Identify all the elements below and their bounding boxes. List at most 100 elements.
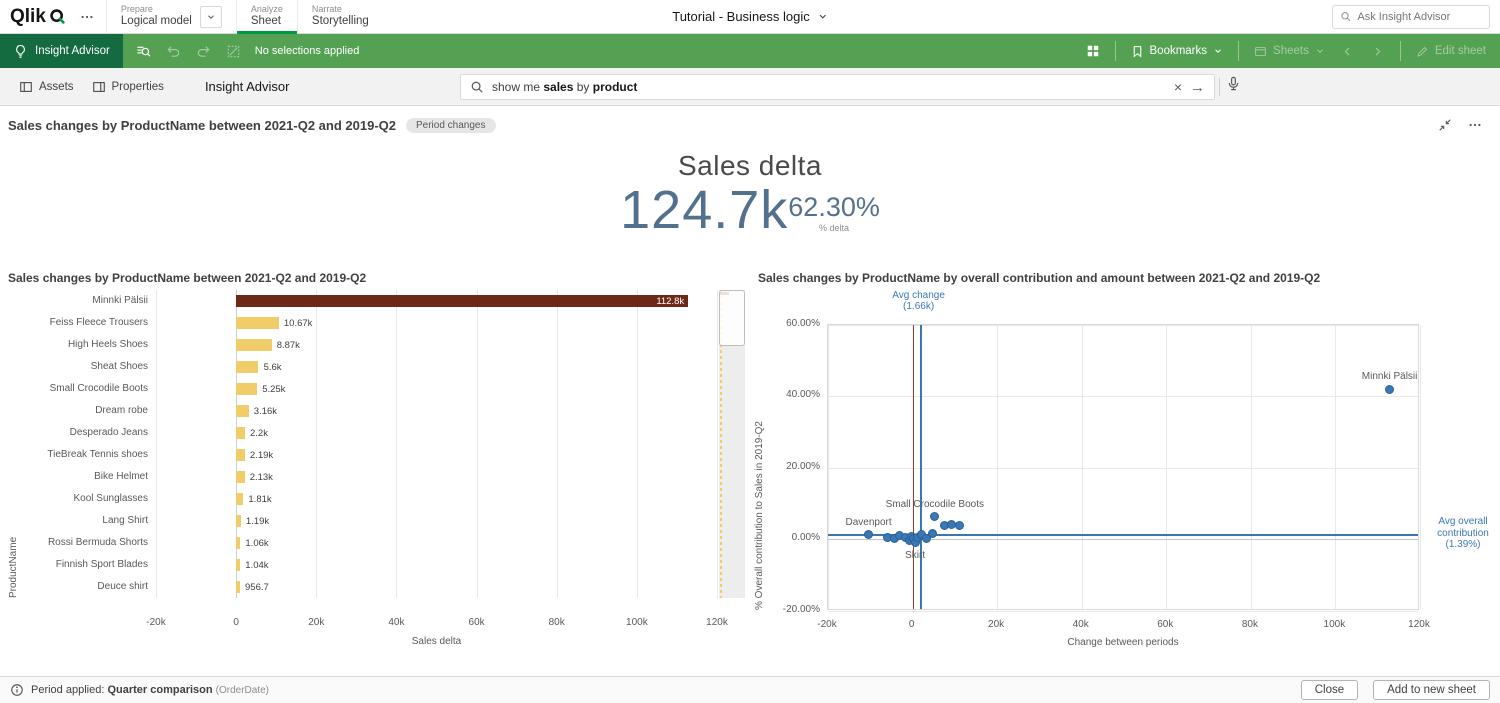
voice-query-button[interactable] — [1226, 76, 1241, 91]
bar-category-label[interactable]: Desperado Jeans — [2, 422, 154, 444]
sheets-label: Sheets — [1273, 45, 1309, 57]
qlik-sense-app: Qlik Prepare Logical model — [0, 0, 1500, 703]
insight-more-options-button[interactable] — [1468, 118, 1482, 132]
bookmarks-button[interactable]: Bookmarks — [1123, 34, 1232, 68]
ask-insight-advisor-input[interactable] — [1357, 11, 1482, 23]
scatter-point[interactable] — [864, 530, 873, 539]
bar[interactable] — [236, 361, 258, 373]
bar-category-label[interactable]: Deuce shirt — [2, 576, 154, 598]
bar-category-label[interactable]: Feiss Fleece Trousers — [2, 312, 154, 334]
nav-item-label: Logical model — [121, 15, 192, 29]
insight-advisor-button[interactable]: Insight Advisor — [0, 34, 123, 68]
close-button[interactable]: Close — [1301, 680, 1358, 700]
bar-category-label[interactable]: Lang Shirt — [2, 510, 154, 532]
x-tick-label: 40k — [388, 617, 404, 628]
bar-category-label[interactable]: Kool Sunglasses — [2, 488, 154, 510]
toolbar-divider — [1115, 41, 1116, 61]
bar-chart-scrollbar[interactable] — [719, 290, 745, 598]
bar-category-label[interactable]: Rossi Bermuda Shorts — [2, 532, 154, 554]
toolbar-divider — [1238, 41, 1239, 61]
previous-sheet-button[interactable] — [1333, 34, 1363, 68]
period-changes-badge: Period changes — [406, 118, 496, 133]
bar-category-label[interactable]: TieBreak Tennis shoes — [2, 444, 154, 466]
x-tick-label: 0 — [909, 619, 915, 630]
add-to-new-sheet-button[interactable]: Add to new sheet — [1373, 680, 1490, 700]
bar-category-label[interactable]: Finnish Sport Blades — [2, 554, 154, 576]
kpi-secondary: 62.30% % delta — [788, 192, 880, 233]
bar-value-label: 1.04k — [245, 561, 268, 571]
x-tick-label: 60k — [1157, 619, 1173, 630]
logical-model-dropdown-button[interactable] — [200, 6, 222, 28]
nav-item-sheet[interactable]: Analyze Sheet — [251, 4, 283, 29]
bar[interactable] — [236, 449, 245, 461]
clear-query-button[interactable]: × — [1174, 80, 1182, 94]
nav-item-storytelling[interactable]: Narrate Storytelling — [312, 4, 369, 29]
scatter-point[interactable] — [928, 529, 937, 538]
bar-category-label[interactable]: Bike Helmet — [2, 466, 154, 488]
properties-panel-button[interactable]: Properties — [83, 75, 173, 99]
bar[interactable] — [236, 515, 241, 527]
bar-gridline — [477, 290, 478, 598]
app-title-menu[interactable]: Tutorial - Business logic — [672, 9, 828, 24]
step-forward-button[interactable] — [189, 34, 219, 68]
insight-card-header: Sales changes by ProductName between 202… — [0, 106, 1500, 136]
submit-query-button[interactable]: → — [1190, 80, 1205, 95]
search-icon — [470, 80, 484, 94]
bar-category-label[interactable]: High Heels Shoes — [2, 334, 154, 356]
bar[interactable] — [236, 537, 240, 549]
sheets-icon — [1254, 45, 1267, 58]
clear-selections-button[interactable] — [219, 34, 249, 68]
step-back-button[interactable] — [159, 34, 189, 68]
assets-panel-button[interactable]: Assets — [10, 75, 83, 99]
bar[interactable] — [236, 339, 272, 351]
bar[interactable] — [236, 405, 249, 417]
bar[interactable] — [236, 493, 243, 505]
insight-query-text[interactable]: show me sales by product — [492, 80, 1166, 94]
scatter-point[interactable] — [930, 512, 939, 521]
avg-contribution-reference-label: Avg overallcontribution(1.39%) — [1431, 516, 1495, 551]
scatter-point[interactable] — [955, 521, 964, 530]
next-sheet-button[interactable] — [1363, 34, 1393, 68]
bar[interactable] — [236, 383, 257, 395]
kpi-chart: Sales delta 124.7k 62.30% % delta — [0, 150, 1500, 239]
scatter-point[interactable] — [1385, 385, 1394, 394]
scatter-point-label: Davenport — [846, 517, 892, 528]
insight-query-box[interactable]: show me sales by product × → — [460, 74, 1215, 100]
y-tick-label: 60.00% — [750, 318, 820, 329]
query-text-part: by — [573, 80, 592, 94]
bookmarks-label: Bookmarks — [1150, 45, 1208, 57]
bar[interactable] — [236, 295, 688, 307]
bar-chart-plot-area[interactable]: 112.8k10.67k8.87k5.6k5.25k3.16k2.2k2.19k… — [156, 290, 717, 598]
bar[interactable] — [236, 559, 240, 571]
kpi-secondary-label: % delta — [819, 223, 849, 233]
edit-sheet-button[interactable]: Edit sheet — [1408, 34, 1494, 68]
bar-category-label[interactable]: Small Crocodile Boots — [2, 378, 154, 400]
bar[interactable] — [236, 427, 245, 439]
collapse-insight-button[interactable] — [1438, 118, 1452, 132]
scatter-gridline — [1335, 325, 1336, 609]
nav-item-logical-model[interactable]: Prepare Logical model — [121, 4, 192, 29]
bar[interactable] — [236, 317, 279, 329]
bar-gridline — [156, 290, 157, 598]
qlik-wordmark: Qlik — [10, 6, 46, 28]
bar-category-label[interactable]: Dream robe — [2, 400, 154, 422]
scatter-gridline — [828, 325, 1418, 326]
pencil-icon — [1416, 45, 1429, 58]
qlik-logo[interactable]: Qlik — [10, 6, 66, 28]
x-tick-label: 80k — [549, 617, 565, 628]
x-tick-label: 0 — [233, 617, 239, 628]
bar-category-label[interactable]: Sheat Shoes — [2, 356, 154, 378]
bar[interactable] — [236, 581, 240, 593]
redo-icon — [196, 44, 211, 59]
selections-search-button[interactable] — [129, 34, 159, 68]
bar-value-label: 1.81k — [248, 495, 271, 505]
global-menu-button[interactable] — [80, 10, 94, 24]
properties-label: Properties — [112, 81, 164, 93]
bar[interactable] — [236, 471, 245, 483]
scatter-plot-area[interactable]: DavenportSkirtSmall Crocodile BootsMinnk… — [827, 324, 1419, 610]
sheets-button[interactable]: Sheets — [1246, 34, 1333, 68]
scrollbar-thumb[interactable] — [719, 290, 745, 346]
bar-category-label[interactable]: Minnki Pälsii — [2, 290, 154, 312]
show-charts-grid-button[interactable] — [1078, 34, 1108, 68]
x-tick-label: 20k — [988, 619, 1004, 630]
